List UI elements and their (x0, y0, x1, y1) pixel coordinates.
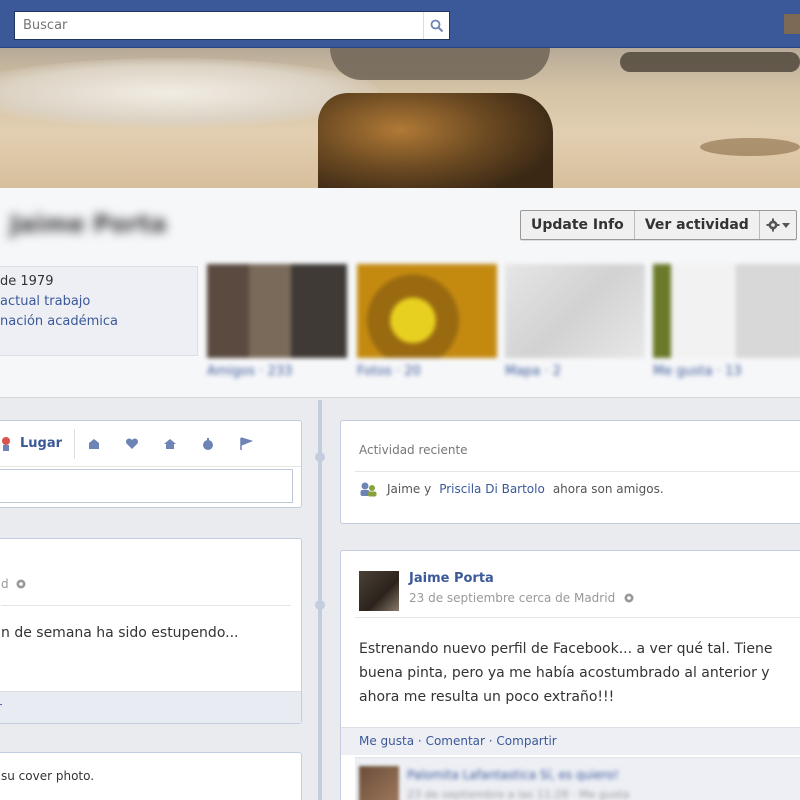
search-input[interactable] (15, 12, 425, 39)
profile-info-box: de 1979 actual trabajo nación académica (0, 266, 198, 356)
search-box[interactable] (14, 11, 450, 40)
map-label[interactable]: Mapa · 2 (505, 364, 645, 379)
activity-post: ahora son amigos. (552, 482, 664, 496)
search-icon (430, 19, 443, 32)
cover-photo[interactable] (0, 48, 800, 188)
share-link[interactable]: Compartir (496, 734, 556, 748)
left-post-meta: d (1, 577, 9, 591)
person-location-icon (2, 436, 10, 451)
relationship-button[interactable] (113, 437, 151, 451)
privacy-gear-icon[interactable] (623, 592, 635, 604)
photos-label[interactable]: Fotos · 20 (357, 364, 497, 379)
left-post: d n de semana ha sido estupendo... r (0, 538, 302, 724)
friend-name-link[interactable]: Priscila Di Bartolo (439, 482, 545, 496)
author-avatar[interactable] (359, 571, 399, 611)
activity-log-button[interactable]: Ver actividad (635, 211, 760, 239)
life-event-icon (89, 438, 100, 449)
home-icon (164, 438, 177, 449)
comment-item: Palomita Lafantastica Sí, es quiero! 23 … (355, 757, 800, 800)
top-bar (0, 0, 800, 48)
place-button[interactable]: Lugar (1, 428, 76, 459)
life-event-button[interactable] (75, 437, 113, 451)
recent-activity-heading: Actividad reciente (359, 443, 468, 457)
post-text: Estrenando nuevo perfil de Facebook... a… (359, 641, 773, 705)
comment-link[interactable]: Comentar (426, 734, 485, 748)
info-work-link[interactable]: actual trabajo (0, 294, 90, 309)
health-button[interactable] (189, 437, 227, 451)
chevron-down-icon (781, 223, 790, 228)
photos-thumbnail[interactable] (357, 264, 497, 358)
flag-icon (240, 436, 254, 450)
right-post: Jaime Porta 23 de septiembre cerca de Ma… (340, 550, 800, 800)
info-birthdate: de 1979 (0, 274, 54, 289)
friends-thumbnail[interactable] (207, 264, 347, 358)
gear-icon (766, 218, 780, 232)
likes-thumbnail[interactable] (653, 264, 800, 358)
left-post-2: su cover photo. (0, 752, 302, 800)
recent-activity-card: Actividad reciente Jaime y Priscila Di B… (340, 420, 800, 524)
thumbs-icon (203, 437, 214, 450)
settings-button[interactable] (760, 211, 796, 239)
post-date[interactable]: 23 de septiembre cerca de Madrid (409, 591, 615, 605)
header-button-group: Update Info Ver actividad (520, 210, 797, 240)
milestone-button[interactable] (227, 436, 265, 451)
post-actions: Me gusta · Comentar · Compartir (341, 727, 800, 755)
friends-label[interactable]: Amigos · 233 (207, 364, 347, 379)
map-thumbnail[interactable] (505, 264, 645, 358)
privacy-gear-icon[interactable] (15, 578, 27, 590)
commenter-text: Palomita Lafantastica Sí, es quiero! (407, 768, 619, 782)
home-button[interactable] (151, 437, 189, 451)
status-input[interactable] (0, 469, 293, 503)
search-button[interactable] (423, 12, 449, 39)
profile-header: Jaime Porta Update Info Ver actividad de… (0, 188, 800, 398)
friends-icon (360, 482, 377, 497)
left-post-footer-link[interactable]: r (0, 700, 2, 714)
user-avatar[interactable] (784, 14, 800, 34)
heart-icon (126, 437, 139, 449)
info-education-link[interactable]: nación académica (0, 314, 118, 329)
likes-label[interactable]: Me gusta · 13 (653, 364, 793, 379)
profile-name[interactable]: Jaime Porta (10, 210, 167, 238)
timeline-dot (315, 600, 325, 610)
left-post-2-body: su cover photo. (1, 769, 95, 783)
activity-pre: Jaime y (387, 482, 432, 496)
left-post-body: n de semana ha sido estupendo... (1, 625, 239, 641)
update-info-button[interactable]: Update Info (521, 211, 635, 239)
comment-date: 23 de septiembre a las 11:28 · Me gusta (407, 788, 630, 800)
recent-activity-row: Jaime y Priscila Di Bartolo ahora son am… (359, 481, 664, 497)
commenter-avatar[interactable] (359, 766, 399, 800)
like-link[interactable]: Me gusta (359, 734, 414, 748)
timeline-dot (315, 452, 325, 462)
place-label: Lugar (20, 436, 63, 451)
post-author-link[interactable]: Jaime Porta (409, 571, 494, 586)
status-composer: Lugar (0, 420, 302, 508)
